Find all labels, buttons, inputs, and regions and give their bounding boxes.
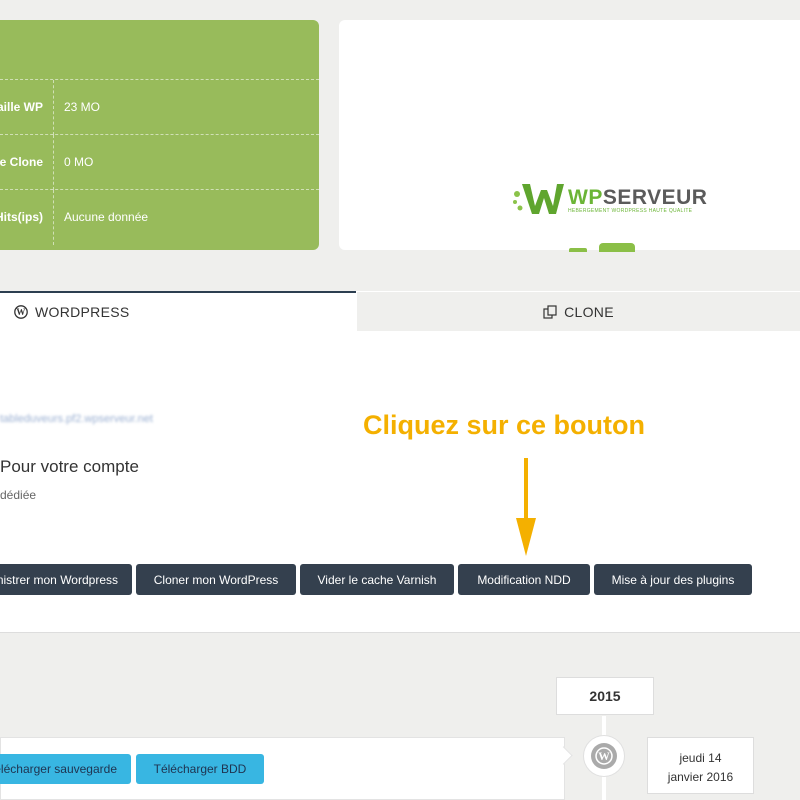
stat-divider: [53, 135, 54, 190]
timeline-node: W: [584, 736, 624, 776]
stat-row-clone-size: Taille Clone 0 MO: [0, 134, 319, 190]
domain-change-button[interactable]: Modification NDD: [458, 564, 590, 595]
tab-wordpress[interactable]: W WORDPRESS: [0, 291, 356, 331]
download-backup-button[interactable]: Télécharger sauvegarde: [0, 754, 131, 784]
update-plugins-button[interactable]: Mise à jour des plugins: [594, 564, 752, 595]
stat-value: 23 MO: [64, 100, 101, 114]
account-title: Pour votre compte: [0, 457, 139, 476]
tab-clone[interactable]: CLONE: [357, 292, 800, 331]
action-toolbar: Administrer mon Wordpress Cloner mon Wor…: [0, 564, 756, 595]
instruction-annotation: Cliquez sur ce bouton: [363, 410, 646, 440]
tab-label: CLONE: [564, 303, 614, 320]
svg-text:W: W: [598, 750, 610, 763]
stat-value: 0 MO: [64, 155, 94, 169]
stat-value: Aucune donnée: [64, 210, 149, 224]
account-subtitle: dédiée: [0, 488, 37, 502]
wpserveur-logo-icon: [513, 184, 564, 214]
download-database-button[interactable]: Télécharger BDD: [136, 754, 264, 784]
admin-wordpress-button[interactable]: Administrer mon Wordpress: [0, 564, 132, 595]
partial-button: [569, 248, 587, 252]
stat-divider: [53, 190, 54, 245]
stat-label: Hits(ips): [0, 210, 43, 224]
storage-stats-card: Taille WP 23 MO Taille Clone 0 MO Hits(i…: [0, 20, 319, 250]
logo-wordmark: WPSERVEUR: [568, 186, 708, 209]
arrow-down-icon: [516, 458, 536, 556]
partial-button: [599, 243, 635, 252]
event-date: jeudi 14 janvier 2016: [647, 737, 754, 794]
tab-label: WORDPRESS: [35, 304, 130, 320]
event-date-day: jeudi 14: [679, 751, 722, 765]
stat-row-wp-size: Taille WP 23 MO: [0, 79, 319, 135]
stat-label: Taille WP: [0, 100, 43, 114]
clone-wordpress-button[interactable]: Cloner mon WordPress: [136, 564, 296, 595]
wordpress-panel: W WORDPRESS CLONE tableduveurs.pf2.wpser…: [0, 291, 800, 633]
stat-label: Taille Clone: [0, 155, 43, 169]
event-date-month: janvier 2016: [667, 770, 734, 784]
copy-icon: [543, 304, 557, 319]
wordpress-icon: W: [591, 743, 617, 769]
logo-card: WPSERVEUR HEBERGEMENT WORDPRESS HAUTE QU…: [339, 20, 800, 252]
timeline-year: 2015: [556, 677, 654, 715]
clear-varnish-cache-button[interactable]: Vider le cache Varnish: [300, 564, 454, 595]
logo-tagline: HEBERGEMENT WORDPRESS HAUTE QUALITE: [568, 208, 693, 214]
stat-row-hits: Hits(ips) Aucune donnée: [0, 189, 319, 245]
svg-text:W: W: [16, 307, 25, 317]
site-url-link[interactable]: tableduveurs.pf2.wpserveur.net: [0, 413, 153, 425]
stat-divider: [53, 80, 54, 135]
wordpress-icon: W: [14, 305, 28, 319]
